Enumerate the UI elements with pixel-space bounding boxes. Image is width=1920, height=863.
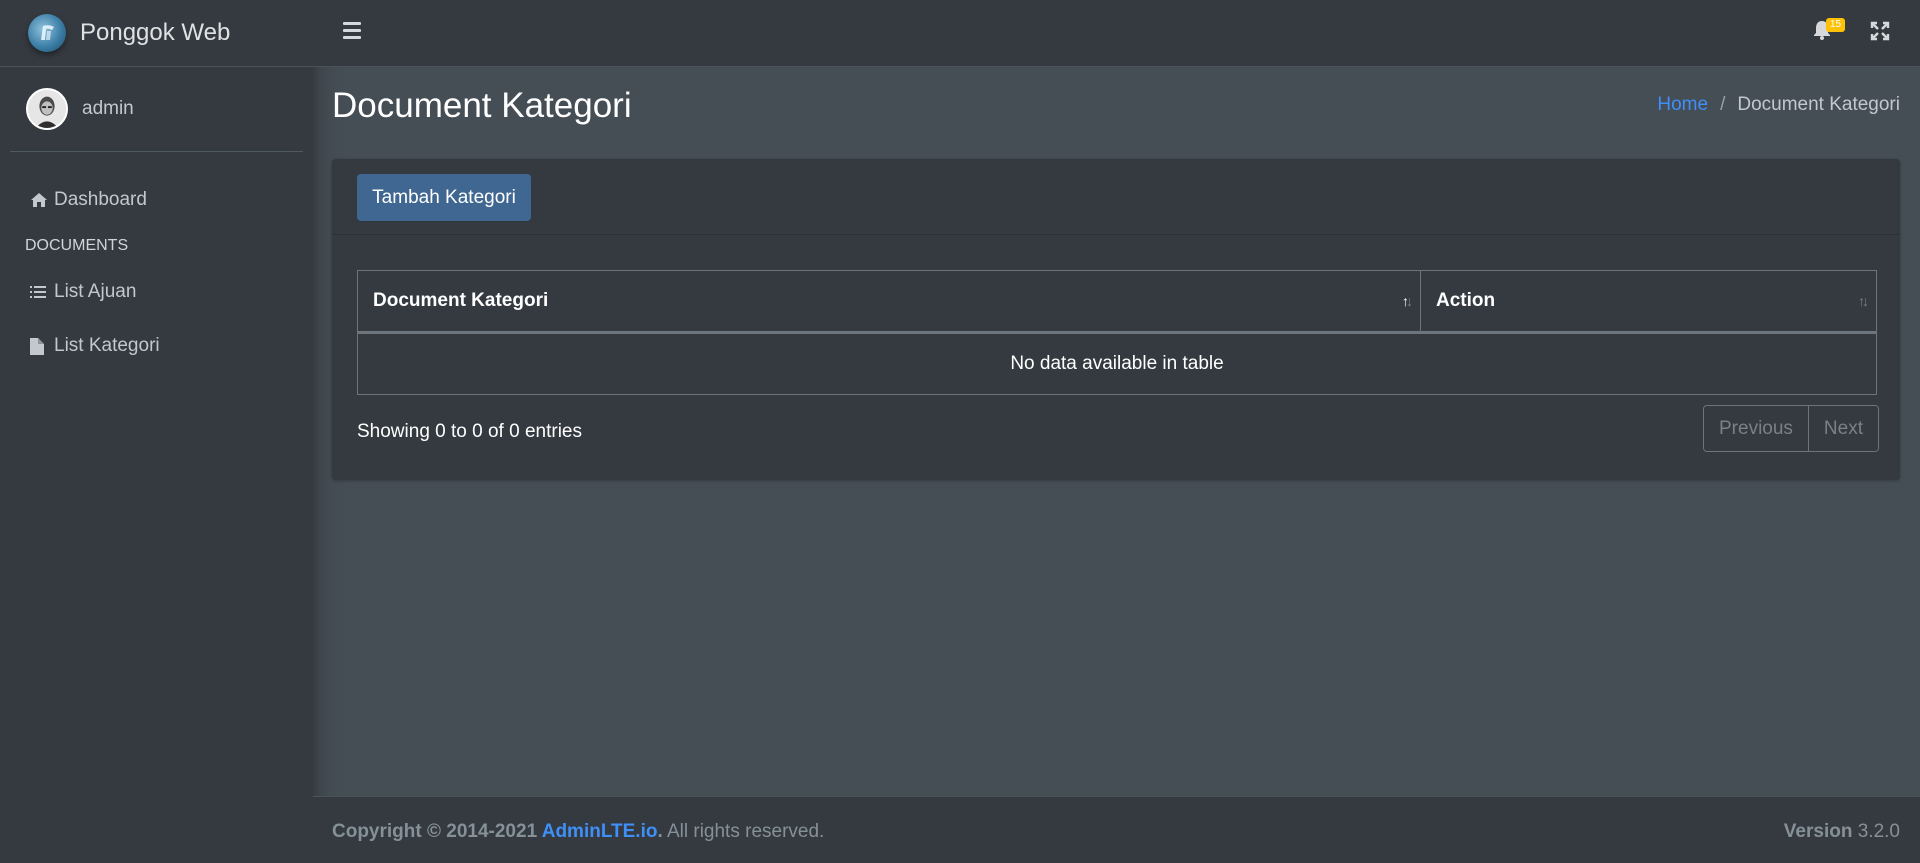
brand-name: Ponggok Web <box>80 19 231 46</box>
sidebar-item-dashboard[interactable]: Dashboard <box>0 180 313 220</box>
sidebar-item-list-kategori[interactable]: List Kategori <box>0 326 313 366</box>
brand-link[interactable]: Ponggok Web <box>0 0 313 67</box>
version-value: 3.2.0 <box>1852 821 1900 842</box>
user-avatar <box>26 88 68 130</box>
breadcrumb-home-link[interactable]: Home <box>1657 94 1708 115</box>
sidebar-item-label: List Ajuan <box>54 281 137 302</box>
kategori-card: Tambah Kategori Document Kategori ↑↓ Act… <box>332 159 1900 480</box>
sidebar-header-documents: DOCUMENTS <box>25 237 129 254</box>
home-icon <box>30 192 54 208</box>
list-icon <box>30 285 54 299</box>
card-header: Tambah Kategori <box>332 159 1900 235</box>
sidebar-nav: Dashboard DOCUMENTS List Ajuan List Kate… <box>0 152 313 366</box>
fullscreen-icon[interactable] <box>1870 21 1890 46</box>
file-icon <box>30 337 54 355</box>
pagination-previous-button[interactable]: Previous <box>1704 406 1808 451</box>
add-kategori-button[interactable]: Tambah Kategori <box>357 174 531 221</box>
user-name: admin <box>82 98 134 119</box>
breadcrumb-current: Document Kategori <box>1737 94 1900 115</box>
footer-copyright: Copyright © 2014-2021 AdminLTE.io. All r… <box>332 821 824 843</box>
kategori-table: Document Kategori ↑↓ Action ↑↓ No data a… <box>357 270 1877 395</box>
copyright-prefix: Copyright © 2014-2021 <box>332 821 542 842</box>
sidebar-item-label: List Kategori <box>54 335 160 356</box>
sidebar-item-list-ajuan[interactable]: List Ajuan <box>0 272 313 312</box>
breadcrumb-separator: / <box>1720 94 1726 115</box>
rights-text: All rights reserved. <box>662 821 825 842</box>
column-label: Document Kategori <box>373 290 549 311</box>
table-info: Showing 0 to 0 of 0 entries <box>357 421 582 442</box>
sort-icon: ↑↓ <box>1858 293 1869 309</box>
top-navbar: 15 <box>313 0 1920 67</box>
pagination: Previous Next <box>1703 405 1879 452</box>
user-panel[interactable]: admin <box>10 67 303 152</box>
column-label: Action <box>1436 290 1496 311</box>
empty-table-message: No data available in table <box>357 332 1877 395</box>
version-label: Version <box>1783 821 1853 842</box>
column-header-document-kategori[interactable]: Document Kategori ↑↓ <box>357 270 1421 334</box>
page-title: Document Kategori <box>332 86 632 125</box>
adminlte-link[interactable]: AdminLTE.io <box>542 821 658 842</box>
footer-version: Version 3.2.0 <box>1784 821 1900 843</box>
main-footer: Copyright © 2014-2021 AdminLTE.io. All r… <box>313 796 1920 863</box>
notification-badge: 15 <box>1826 18 1846 32</box>
sort-ascending-icon: ↑↓ <box>1402 293 1413 309</box>
pagination-next-button[interactable]: Next <box>1807 406 1878 451</box>
breadcrumb: Home / Document Kategori <box>1657 94 1900 116</box>
column-header-action[interactable]: Action ↑↓ <box>1420 270 1877 334</box>
main-sidebar: Ponggok Web admin Dashboard DOCUMENTS Li… <box>0 0 313 863</box>
brand-logo-icon <box>28 14 66 52</box>
sidebar-item-label: Dashboard <box>54 189 147 210</box>
menu-toggle-icon[interactable] <box>343 22 361 40</box>
table-row: No data available in table <box>357 332 1877 395</box>
